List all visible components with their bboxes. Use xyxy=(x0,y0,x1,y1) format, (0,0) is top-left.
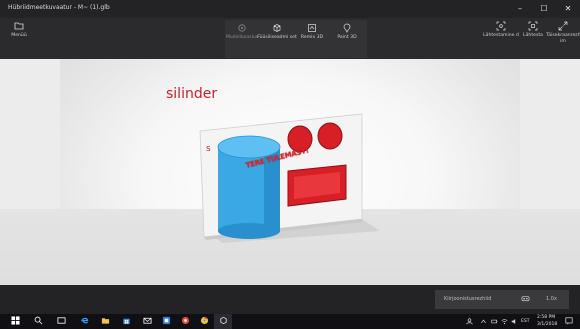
cylinder-bottom xyxy=(218,223,280,239)
reset-button[interactable]: Lähtesta xyxy=(516,21,550,39)
store-button[interactable] xyxy=(117,314,135,329)
reset-view-button[interactable]: Lähtestamine d xyxy=(483,21,519,39)
task-view-button[interactable] xyxy=(52,314,70,329)
app-button[interactable] xyxy=(157,314,175,329)
file-explorer-button[interactable] xyxy=(96,314,114,329)
task-view-icon xyxy=(56,317,66,324)
reset-label: Lähtesta xyxy=(523,33,543,38)
physical-device-button[interactable]: Füüsiliseadmi set xyxy=(257,23,297,41)
taskbar-search-button[interactable] xyxy=(29,314,47,329)
mixed-reality-icon xyxy=(219,316,227,325)
toolbar: Menüü Mudelikaaslus Füüsiliseadmi set Re… xyxy=(0,18,580,59)
scene-drawing xyxy=(199,113,380,243)
start-icon xyxy=(10,316,20,325)
vr-headset-icon[interactable] xyxy=(521,294,530,303)
cube-icon xyxy=(273,24,281,32)
reset-icon xyxy=(528,21,538,31)
clock-date[interactable]: 3/1/2018 xyxy=(537,322,557,327)
reset-view-icon xyxy=(496,21,506,31)
chrome-icon xyxy=(200,316,208,325)
store-icon xyxy=(122,318,130,325)
status-group: Kiirjoonistusrezhiid 1.0x xyxy=(435,290,569,309)
maximize-button[interactable]: ☐ xyxy=(532,2,556,15)
zoom-level[interactable]: 1.0x xyxy=(546,296,557,302)
model-animation-label: Mudelikaaslus xyxy=(225,35,259,40)
menu-label: Menüü xyxy=(11,33,27,38)
3d-viewport[interactable]: silinder s TERE TULEMAST! xyxy=(0,59,580,285)
sparkle-icon xyxy=(238,24,246,32)
fullscreen-button[interactable]: Täisekraanrezh im xyxy=(546,21,580,44)
paint-3d-label: Paint 3D xyxy=(337,35,357,40)
title-bar: Hübriidmeetkuvaatur - M~ (1).glb – ☐ ✕ xyxy=(0,0,580,18)
file-explorer-icon xyxy=(101,318,109,324)
paint-icon xyxy=(343,23,351,33)
clock-time[interactable]: 2:58 PM xyxy=(537,315,555,320)
cylinder-label: silinder xyxy=(166,86,218,102)
s-label: s xyxy=(206,144,211,154)
edge-button[interactable] xyxy=(75,314,93,329)
people-icon[interactable] xyxy=(466,318,473,325)
battery-icon[interactable] xyxy=(491,318,498,325)
photos-icon xyxy=(181,316,189,325)
close-button[interactable]: ✕ xyxy=(556,2,580,15)
chevron-up-icon[interactable] xyxy=(480,318,487,325)
edge-icon xyxy=(80,317,88,324)
remix-3d-label: Remix 3D xyxy=(300,35,324,40)
model-animation-button[interactable]: Mudelikaaslus xyxy=(222,23,262,41)
folder-icon xyxy=(14,22,24,30)
search-icon xyxy=(34,316,42,325)
quick-draw-label: Kiirjoonistusrezhiid xyxy=(444,296,492,302)
mixed-reality-viewer-button[interactable] xyxy=(214,314,232,329)
photos-button[interactable] xyxy=(176,314,194,329)
chrome-button[interactable] xyxy=(195,314,213,329)
status-bar: Kiirjoonistusrezhiid 1.0x xyxy=(0,285,580,314)
mail-button[interactable] xyxy=(138,314,156,329)
fullscreen-label: Täisekraanrezh im xyxy=(546,33,580,44)
notifications-icon[interactable] xyxy=(565,317,573,325)
remix-icon xyxy=(308,24,316,32)
paint-3d-button[interactable]: Paint 3D xyxy=(327,23,367,41)
start-button[interactable] xyxy=(6,314,24,329)
volume-icon[interactable] xyxy=(511,318,518,325)
tool-group: Mudelikaaslus Füüsiliseadmi set Remix 3D… xyxy=(225,20,367,58)
input-language[interactable]: EST xyxy=(521,319,529,324)
wifi-icon[interactable] xyxy=(501,318,508,325)
physical-device-label: Füüsiliseadmi set xyxy=(257,35,297,40)
minimize-button[interactable]: – xyxy=(508,2,532,15)
remix-3d-button[interactable]: Remix 3D xyxy=(292,23,332,41)
app-icon xyxy=(162,316,170,325)
mail-icon xyxy=(142,317,152,324)
window-title: Hübriidmeetkuvaatur - M~ (1).glb xyxy=(8,4,110,11)
windows-taskbar: EST 2:58 PM 3/1/2018 xyxy=(0,314,580,329)
menu-button[interactable]: Menüü xyxy=(4,21,34,39)
reset-view-label: Lähtestamine d xyxy=(483,33,519,38)
mixed-reality-viewer-window: Hübriidmeetkuvaatur - M~ (1).glb – ☐ ✕ M… xyxy=(0,0,580,329)
red-circle-right xyxy=(317,122,343,150)
fullscreen-icon xyxy=(558,21,568,31)
